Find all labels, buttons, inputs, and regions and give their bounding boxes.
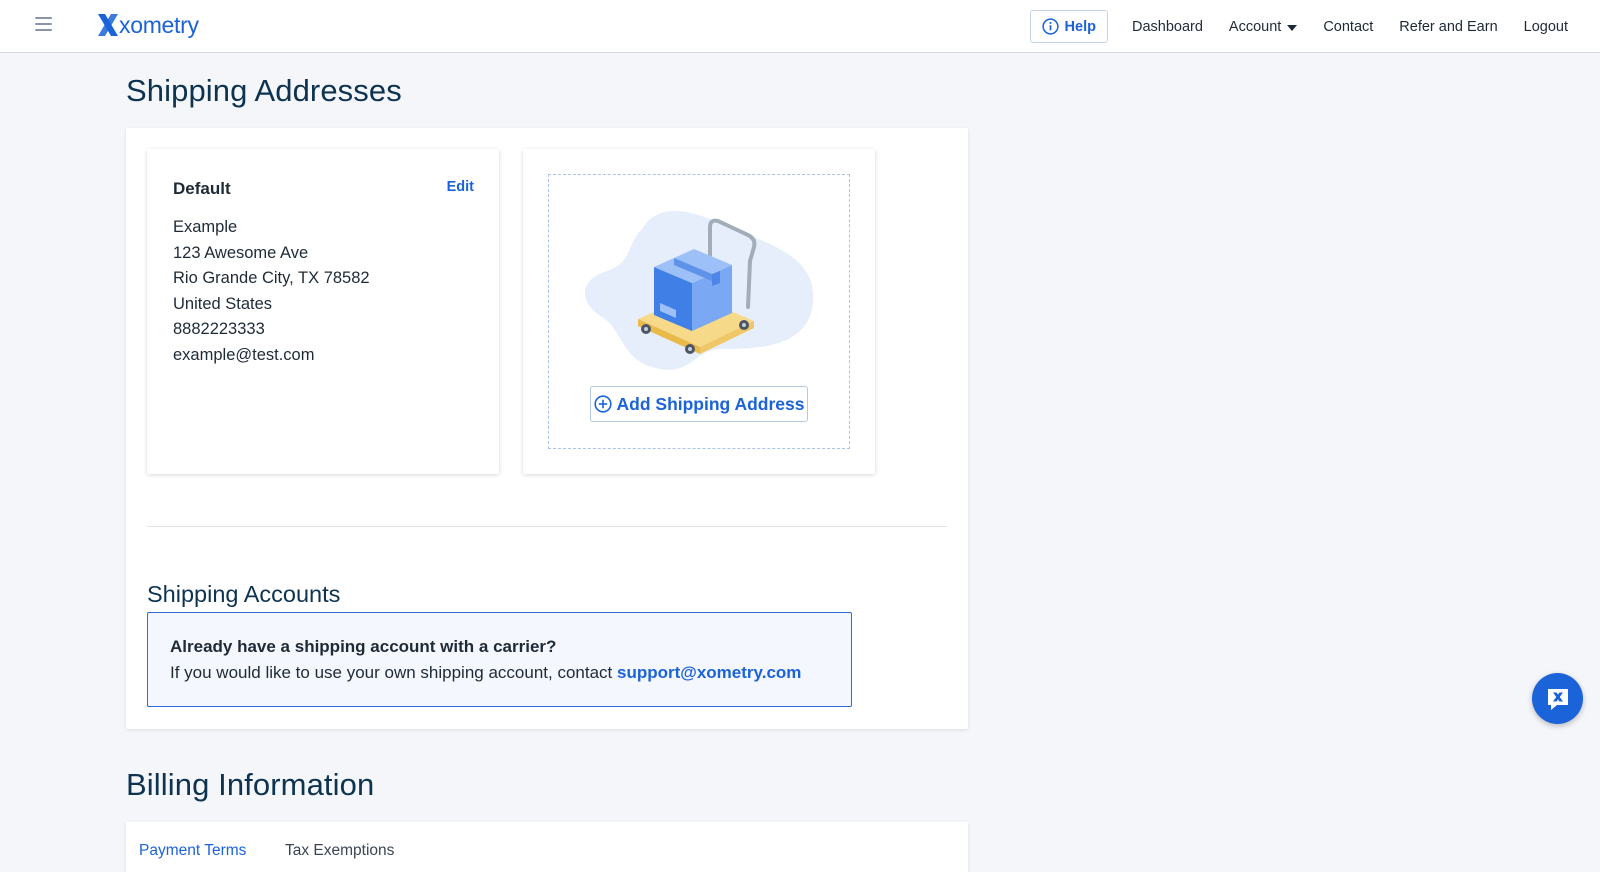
chat-button[interactable]: [1532, 673, 1583, 724]
address-country: United States: [173, 294, 273, 313]
edit-address-link[interactable]: Edit: [447, 179, 474, 195]
default-address-card: Default Edit Example 123 Awesome Ave Rio…: [147, 149, 499, 474]
add-shipping-address-button[interactable]: Add Shipping Address: [590, 386, 808, 422]
nav-links: Help Dashboard Account Contact Refer and…: [1029, 10, 1568, 43]
hand-truck-box-illustration: [584, 210, 814, 370]
support-email-link[interactable]: support@xometry.com: [617, 663, 801, 682]
plus-circle-icon: [593, 395, 612, 413]
billing-information-title: Billing Information: [126, 767, 375, 802]
tab-payment-terms[interactable]: Payment Terms: [139, 842, 246, 860]
xometry-logo-mark: [98, 14, 118, 36]
logo-text: xometry: [119, 11, 199, 38]
chat-bubble-icon: [1547, 688, 1568, 710]
shipping-account-notice: Already have a shipping account with a c…: [147, 612, 852, 707]
top-navbar: xometry Help Dashboard Account Contact R…: [0, 0, 1600, 53]
help-button[interactable]: Help: [1029, 10, 1108, 43]
address-city-state-zip: Rio Grande City, TX 78582: [173, 269, 370, 287]
nav-refer-and-earn[interactable]: Refer and Earn: [1399, 19, 1497, 35]
nav-dashboard[interactable]: Dashboard: [1132, 19, 1203, 35]
nav-account[interactable]: Account: [1228, 18, 1298, 35]
shipping-addresses-title: Shipping Addresses: [126, 73, 402, 108]
nav-account-label: Account: [1228, 18, 1282, 35]
notice-title: Already have a shipping account with a c…: [170, 637, 557, 656]
section-divider: [147, 526, 947, 527]
default-address-title: Default: [173, 179, 231, 198]
address-name: Example: [173, 218, 238, 236]
notice-body: If you would like to use your own shippi…: [170, 663, 801, 683]
address-phone: 8882223333: [173, 320, 265, 338]
caret-down-icon: [1287, 24, 1298, 31]
notice-body-text: If you would like to use your own shippi…: [170, 663, 613, 682]
shipping-accounts-title: Shipping Accounts: [147, 581, 341, 607]
shipping-panel: Default Edit Example 123 Awesome Ave Rio…: [126, 128, 968, 729]
tab-tax-exemptions[interactable]: Tax Exemptions: [285, 842, 394, 860]
info-icon: [1041, 18, 1059, 35]
address-email: example@test.com: [173, 345, 315, 364]
add-address-dropzone: Add Shipping Address: [548, 174, 850, 449]
xometry-logo[interactable]: xometry: [96, 11, 199, 39]
billing-panel: Payment Terms Tax Exemptions: [126, 822, 968, 872]
address-lines: Example 123 Awesome Ave Rio Grande City,…: [173, 215, 370, 368]
hamburger-menu-icon[interactable]: [35, 17, 52, 31]
help-label: Help: [1064, 18, 1096, 35]
add-shipping-address-label: Add Shipping Address: [616, 393, 805, 414]
address-street: 123 Awesome Ave: [173, 243, 309, 262]
add-address-card: Add Shipping Address: [523, 149, 875, 474]
nav-logout[interactable]: Logout: [1524, 19, 1568, 35]
nav-contact[interactable]: Contact: [1323, 19, 1373, 35]
